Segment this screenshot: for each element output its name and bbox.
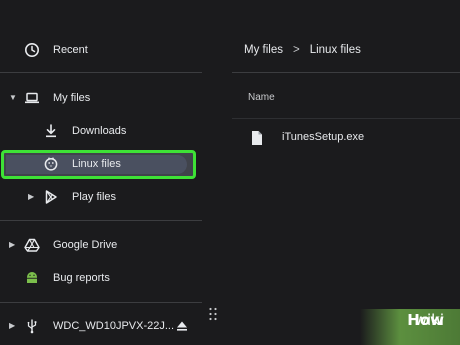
main-pane: My files > Linux files Name iTunesSetup.ex… xyxy=(232,0,460,345)
android-icon xyxy=(24,270,40,286)
eject-icon[interactable] xyxy=(174,318,190,334)
expand-arrow-icon[interactable]: ▼ xyxy=(9,94,17,102)
breadcrumb-separator: > xyxy=(292,44,300,56)
files-app-window: Recent ▼ My files Downloads Linux files xyxy=(0,0,460,345)
sidebar-item-label: Linux files xyxy=(72,158,121,170)
expand-arrow-icon[interactable]: ▶ xyxy=(9,241,15,249)
sidebar-item-label: Downloads xyxy=(72,125,127,137)
file-list-item[interactable]: iTunesSetup.exe xyxy=(250,128,450,148)
sidebar-item-label: Recent xyxy=(53,44,88,56)
sidebar-divider xyxy=(0,302,202,303)
expand-arrow-icon[interactable]: ▶ xyxy=(9,322,15,330)
sidebar-item-recent[interactable]: Recent xyxy=(0,35,202,65)
penguin-icon xyxy=(43,156,59,172)
column-header-name[interactable]: Name xyxy=(248,92,275,103)
sidebar-item-downloads[interactable]: Downloads xyxy=(0,116,202,146)
sidebar-resize-handle[interactable] xyxy=(208,307,218,321)
sidebar-divider xyxy=(0,220,202,221)
sidebar-item-label: Play files xyxy=(72,191,117,203)
sidebar: Recent ▼ My files Downloads Linux files xyxy=(0,0,202,345)
sidebar-item-my-files[interactable]: ▼ My files xyxy=(0,83,202,113)
sidebar-item-bug-reports[interactable]: Bug reports xyxy=(0,263,202,293)
download-icon xyxy=(43,123,59,139)
sidebar-item-label: My files xyxy=(53,92,91,104)
wikihow-watermark: wiki How xyxy=(360,309,460,345)
sidebar-item-label: WDC_WD10JPVX-22J... xyxy=(53,320,175,332)
clock-icon xyxy=(24,42,40,58)
sidebar-item-usb-drive[interactable]: ▶ WDC_WD10JPVX-22J... xyxy=(0,311,202,341)
breadcrumb: My files > Linux files xyxy=(244,44,361,56)
drive-icon xyxy=(24,237,40,253)
play-store-icon xyxy=(43,189,59,205)
sidebar-item-linux-files[interactable]: Linux files xyxy=(0,149,202,179)
laptop-icon xyxy=(24,90,40,106)
breadcrumb-linux-files[interactable]: Linux files xyxy=(310,44,361,56)
breadcrumb-my-files[interactable]: My files xyxy=(244,44,283,56)
header-divider xyxy=(232,72,460,73)
file-name: iTunesSetup.exe xyxy=(282,131,365,143)
sidebar-item-google-drive[interactable]: ▶ Google Drive xyxy=(0,230,202,260)
file-icon xyxy=(250,130,264,146)
expand-arrow-icon[interactable]: ▶ xyxy=(28,193,34,201)
sidebar-item-play-files[interactable]: ▶ Play files xyxy=(0,182,202,212)
column-divider xyxy=(232,118,460,119)
sidebar-item-label: Google Drive xyxy=(53,239,118,251)
sidebar-divider xyxy=(0,72,202,73)
usb-icon xyxy=(24,318,40,334)
sidebar-item-label: Bug reports xyxy=(53,272,110,284)
